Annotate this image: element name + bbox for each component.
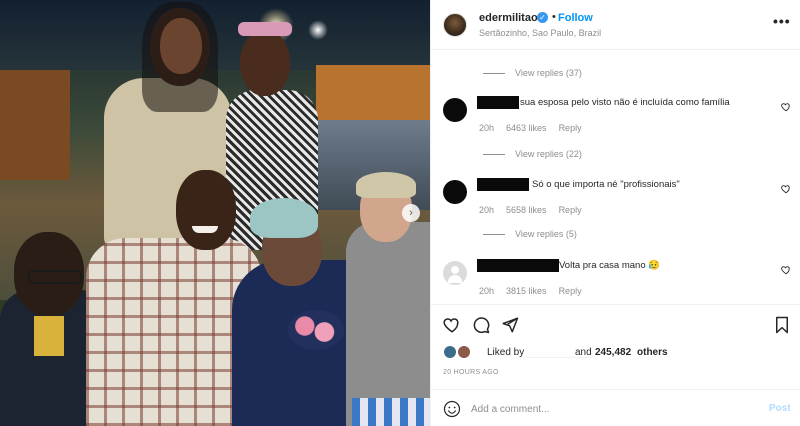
comment-time: 20h — [479, 205, 495, 215]
comment-meta: 20h 5658 likes Reply — [479, 205, 582, 215]
likes-summary: Liked by and 245,482 others — [443, 345, 793, 361]
post-timestamp: 20 HOURS AGO — [443, 369, 499, 376]
view-replies-label: View replies (37) — [515, 68, 582, 78]
view-replies-label: View replies (22) — [515, 149, 582, 159]
reply-button[interactable]: Reply — [559, 205, 582, 215]
comment-likes[interactable]: 3815 likes — [506, 286, 547, 296]
view-replies-label: View replies (5) — [515, 229, 577, 239]
replies-divider — [483, 72, 505, 74]
photo-person — [346, 222, 430, 426]
comment-time: 20h — [479, 123, 495, 133]
verified-badge-icon: ✓ — [537, 12, 548, 23]
photo-glasses — [28, 270, 82, 284]
chevron-right-icon: › — [409, 207, 413, 219]
separator-dot: • — [552, 11, 556, 23]
follow-button[interactable]: Follow — [558, 12, 593, 24]
comment-meta: 20h 6463 likes Reply — [479, 123, 582, 133]
redacted-username — [477, 259, 559, 272]
photo-person-face — [160, 18, 202, 74]
redacted-username — [477, 96, 519, 109]
add-comment-bar: Post — [431, 389, 800, 426]
post-sidebar: edermilitao ✓ • Follow Sertãozinho, Sao … — [430, 0, 800, 426]
photo-person-smile — [192, 226, 218, 233]
comment-text: Só o que importa né "profissionais" — [532, 179, 680, 190]
commenter-avatar[interactable] — [443, 180, 467, 204]
view-replies-link[interactable]: View replies (5) — [483, 229, 577, 239]
photo-orange-wall — [316, 65, 430, 125]
more-options-icon[interactable]: ••• — [773, 13, 791, 29]
reply-button[interactable]: Reply — [559, 286, 582, 296]
share-icon[interactable] — [501, 316, 519, 334]
comment-meta: 20h 3815 likes Reply — [479, 286, 582, 296]
photo-table-cloth — [352, 398, 430, 426]
comment-likes[interactable]: 6463 likes — [506, 123, 547, 133]
post-comment-button[interactable]: Post — [769, 403, 791, 414]
comment-item: Volta pra casa mano 😥 20h 3815 likes Rep… — [431, 259, 800, 304]
commenter-avatar[interactable] — [443, 98, 467, 122]
and-label: and — [575, 347, 592, 358]
comment-text: Volta pra casa mano 😥 — [559, 260, 661, 271]
photo-person-face — [240, 30, 290, 96]
comment-icon[interactable] — [472, 316, 490, 334]
comment-time: 20h — [479, 286, 495, 296]
liker-avatar[interactable] — [457, 345, 471, 359]
post-location[interactable]: Sertãozinho, Sao Paulo, Brazil — [479, 28, 601, 38]
others-label[interactable]: others — [637, 347, 668, 358]
post-photo: › — [0, 0, 430, 426]
photo-light — [308, 20, 328, 40]
emoji-icon[interactable] — [443, 400, 461, 418]
post-header: edermilitao ✓ • Follow Sertãozinho, Sao … — [431, 0, 800, 50]
photo-headband — [238, 22, 292, 36]
heart-icon[interactable] — [781, 102, 791, 112]
comment-input[interactable] — [471, 399, 751, 419]
heart-icon[interactable] — [781, 265, 791, 275]
photo-wall-left — [0, 70, 70, 180]
like-heart-icon[interactable] — [443, 316, 461, 334]
post-actions — [431, 304, 800, 344]
photo-turban — [250, 198, 318, 238]
author-username[interactable]: edermilitao — [479, 12, 538, 24]
redacted-username — [477, 178, 529, 191]
view-replies-link[interactable]: View replies (37) — [483, 68, 582, 78]
view-replies-link[interactable]: View replies (22) — [483, 149, 582, 159]
photo-flowers — [288, 310, 344, 350]
liked-by-label: Liked by — [487, 347, 525, 358]
comment-text: sua esposa pelo visto não é incluída com… — [520, 97, 730, 108]
comment-likes[interactable]: 5658 likes — [506, 205, 547, 215]
replies-divider — [483, 233, 505, 235]
next-photo-button[interactable]: › — [402, 204, 420, 222]
replies-divider — [483, 153, 505, 155]
photo-hair — [356, 172, 416, 198]
likes-count[interactable]: 245,482 — [595, 347, 631, 358]
bookmark-icon[interactable] — [773, 316, 791, 334]
comments-list: View replies (37) sua esposa pelo visto … — [431, 50, 800, 304]
heart-icon[interactable] — [781, 184, 791, 194]
liker-avatar[interactable] — [443, 345, 457, 359]
reply-button[interactable]: Reply — [559, 123, 582, 133]
photo-person-shirt — [34, 316, 64, 356]
photo-person-face — [176, 170, 236, 250]
commenter-avatar[interactable] — [443, 261, 467, 285]
author-avatar[interactable] — [443, 13, 467, 37]
